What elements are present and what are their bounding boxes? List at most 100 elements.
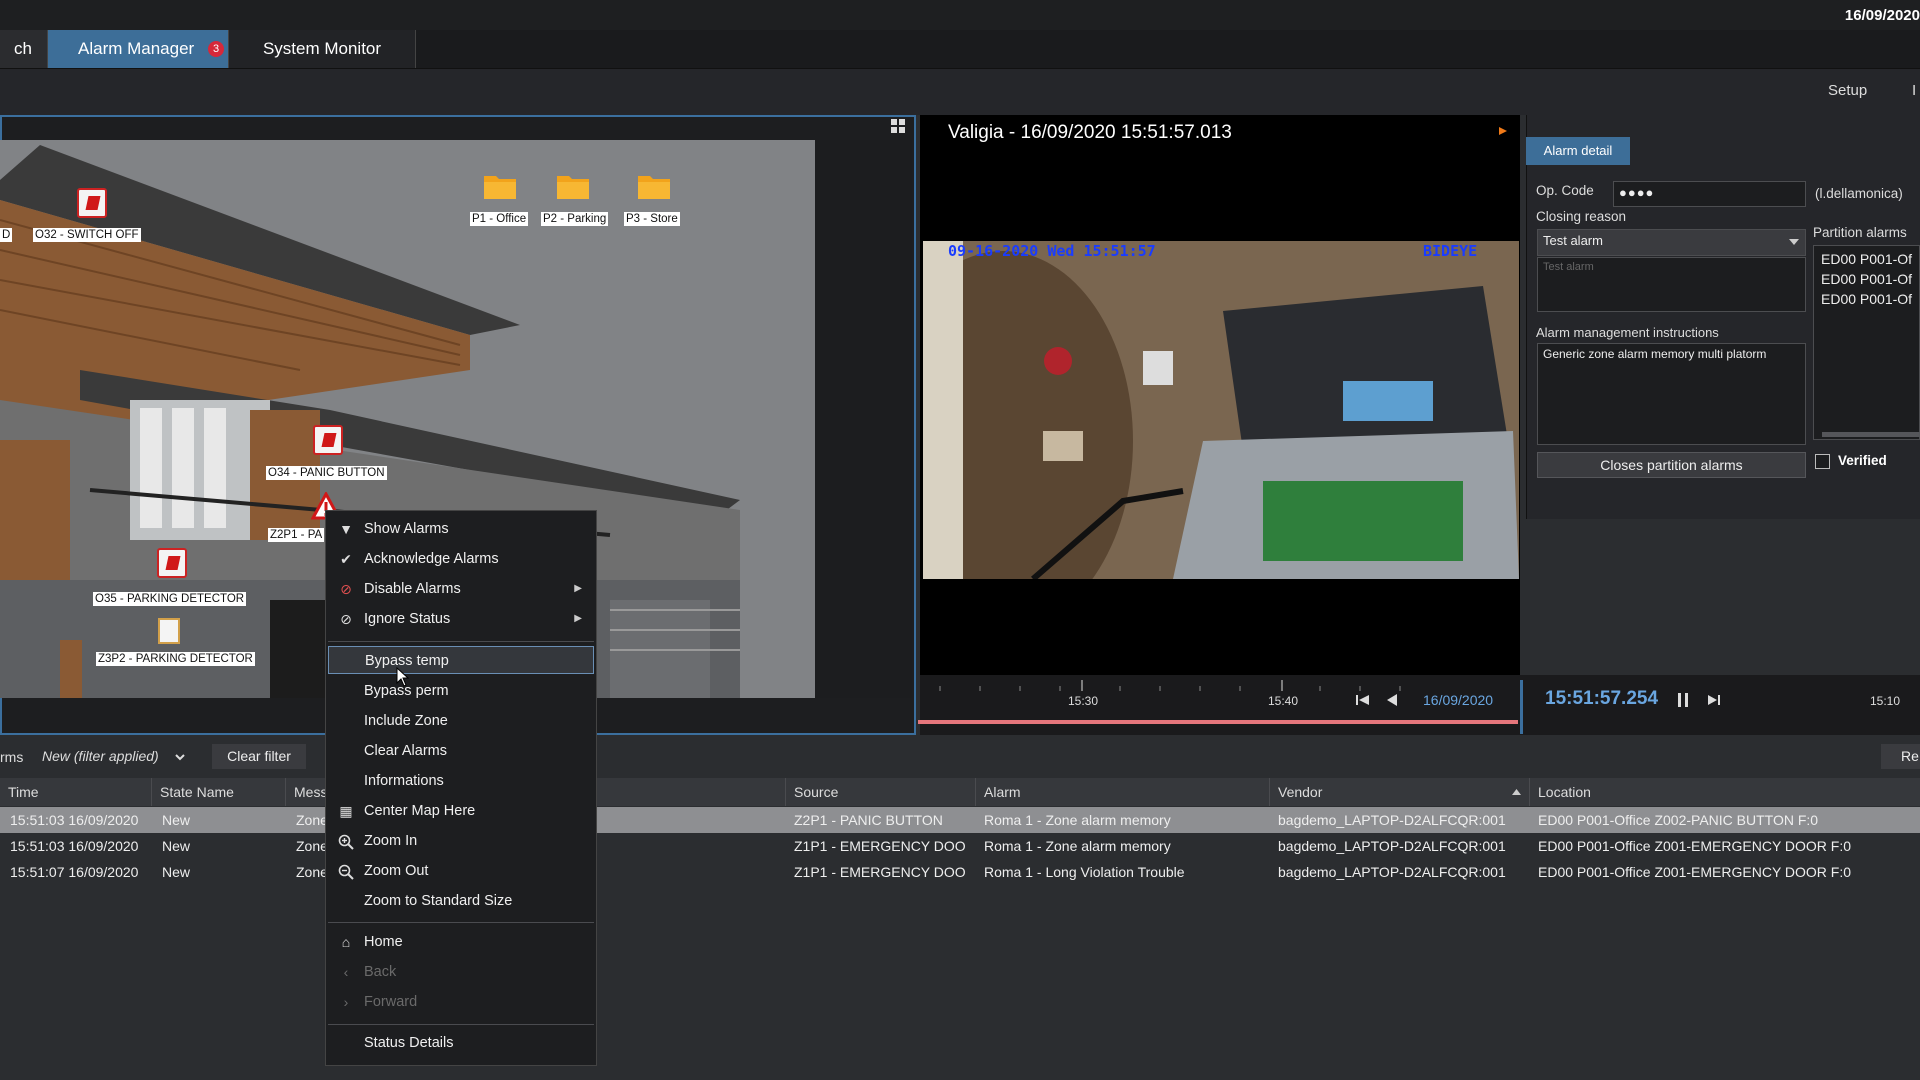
tab-alarm-detail[interactable]: Alarm detail — [1526, 137, 1630, 165]
refresh-button[interactable]: Re — [1881, 744, 1920, 769]
sensor-icon[interactable] — [313, 425, 343, 455]
menu-item-zoom-standard[interactable]: Zoom to Standard Size — [326, 887, 596, 915]
cell-alarm: Roma 1 - Long Violation Trouble — [984, 864, 1185, 880]
menu-item-back: ‹ Back — [326, 958, 596, 986]
table-row[interactable]: 15:51:03 16/09/2020 New Zone Z1P1 - EMER… — [0, 833, 1920, 859]
scrollbar[interactable] — [1822, 432, 1920, 437]
column-header-source[interactable]: Source — [786, 778, 976, 806]
camera-osd-brand: BIDEYE — [1423, 242, 1478, 260]
closing-reason-select[interactable]: Test alarm — [1537, 229, 1806, 256]
filter-icon: ▼ — [339, 521, 353, 537]
menu-item-zoom-out[interactable]: Zoom Out — [326, 857, 596, 885]
setup-link[interactable]: Setup — [1828, 82, 1867, 99]
map-label-o32[interactable]: O32 - SWITCH OFF — [33, 228, 141, 242]
tab-bar: ch Alarm Manager 3 System Monitor — [0, 30, 1920, 69]
menu-item-forward: › Forward — [326, 988, 596, 1016]
menu-item-disable-alarms[interactable]: ⊘ Disable Alarms ▶ — [326, 575, 596, 603]
step-forward-icon[interactable] — [1706, 693, 1722, 707]
menu-item-include-zone[interactable]: Include Zone — [326, 707, 596, 735]
cell-time: 15:51:03 16/09/2020 — [10, 838, 139, 854]
closing-reason-label: Closing reason — [1536, 209, 1627, 224]
cell-state: New — [162, 838, 191, 854]
cell-location: ED00 P001-Office Z001-EMERGENCY DOOR F:0 — [1538, 838, 1852, 854]
column-header-vendor[interactable]: Vendor — [1270, 778, 1530, 806]
verified-checkbox[interactable] — [1815, 454, 1830, 469]
cell-source: Z2P1 - PANIC BUTTON — [794, 812, 943, 828]
chevron-down-icon — [174, 754, 185, 761]
timeline-cursor[interactable] — [1520, 680, 1523, 734]
menu-item-status-details[interactable]: Status Details — [326, 1029, 596, 1057]
column-header-time[interactable]: Time — [0, 778, 152, 806]
timeline-recorded-bar — [918, 720, 1518, 724]
submenu-arrow-icon: ▶ — [574, 583, 582, 594]
menu-item-label: Disable Alarms — [364, 581, 461, 597]
cell-source: Z1P1 - EMERGENCY DOO — [794, 864, 966, 880]
menu-item-clear-alarms[interactable]: Clear Alarms — [326, 737, 596, 765]
table-row[interactable]: 15:51:07 16/09/2020 New Zone Z1P1 - EMER… — [0, 859, 1920, 885]
instructions-textarea[interactable]: Generic zone alarm memory multi platorm — [1537, 343, 1806, 445]
mouse-cursor-icon — [396, 667, 410, 687]
table-row[interactable]: 15:51:03 16/09/2020 New Zone Z2P1 - PANI… — [0, 807, 1920, 833]
toolbar — [0, 69, 1920, 115]
column-header-alarm[interactable]: Alarm — [976, 778, 1270, 806]
title-bar — [0, 0, 1920, 31]
menu-item-ignore-status[interactable]: ⊘ Ignore Status ▶ — [326, 605, 596, 633]
menu-item-home[interactable]: ⌂ Home — [326, 928, 596, 956]
clear-filter-button[interactable]: Clear filter — [212, 744, 306, 769]
folder-icon[interactable] — [483, 172, 517, 200]
map-label-z2p1[interactable]: Z2P1 - PA — [268, 528, 325, 542]
column-header-location[interactable]: Location — [1530, 778, 1920, 806]
timeline-ticks — [939, 680, 1401, 691]
op-code-label: Op. Code — [1536, 183, 1594, 198]
closing-reason-textarea[interactable]: Test alarm — [1537, 257, 1806, 312]
door-sensor-icon[interactable] — [158, 618, 180, 644]
camera-feed[interactable] — [923, 241, 1519, 579]
list-item[interactable]: ED00 P001-Of — [1821, 289, 1914, 309]
folder-icon[interactable] — [637, 172, 671, 200]
map-label-p2-parking[interactable]: P2 - Parking — [541, 212, 609, 226]
pause-icon[interactable] — [1676, 692, 1690, 708]
camera-osd-timestamp: 09-16-2020 Wed 15:51:57 — [948, 242, 1156, 260]
map-label-o34[interactable]: O34 - PANIC BUTTON — [266, 466, 387, 480]
chevron-down-icon — [1789, 239, 1799, 245]
folder-icon[interactable] — [556, 172, 590, 200]
timeline-date[interactable]: 16/09/2020 — [1423, 692, 1493, 708]
menu-item-zoom-in[interactable]: Zoom In — [326, 827, 596, 855]
block-icon: ⊘ — [340, 611, 352, 627]
grid-icon[interactable] — [890, 118, 906, 134]
list-item[interactable]: ED00 P001-Of — [1821, 269, 1914, 289]
more-link[interactable]: I — [1912, 82, 1916, 99]
zoom-out-icon — [338, 864, 354, 880]
map-label-d[interactable]: D — [0, 228, 13, 242]
operator-name: (l.dellamonica) — [1815, 186, 1903, 201]
list-item[interactable]: ED00 P001-Of — [1821, 249, 1914, 269]
menu-item-bypass-perm[interactable]: Bypass perm — [326, 677, 596, 705]
sensor-icon[interactable] — [157, 548, 187, 578]
partition-alarms-list[interactable]: ED00 P001-Of ED00 P001-Of ED00 P001-Of — [1813, 245, 1920, 440]
cell-time: 15:51:03 16/09/2020 — [10, 812, 139, 828]
close-partition-alarms-button[interactable]: Closes partition alarms — [1537, 452, 1806, 478]
step-back-icon[interactable] — [1385, 693, 1399, 707]
sensor-icon[interactable] — [77, 188, 107, 218]
column-header-state[interactable]: State Name — [152, 778, 286, 806]
menu-separator — [328, 922, 594, 923]
menu-item-label: Ignore Status — [364, 611, 451, 627]
cell-vendor: bagdemo_LAPTOP-D2ALFCQR:001 — [1278, 812, 1506, 828]
map-label-p1-office[interactable]: P1 - Office — [470, 212, 529, 226]
map-label-o35[interactable]: O35 - PARKING DETECTOR — [93, 592, 247, 606]
current-date: 16/09/2020 — [1844, 7, 1920, 24]
menu-item-bypass-temp[interactable]: Bypass temp — [328, 646, 594, 674]
map-label-p3-store[interactable]: P3 - Store — [624, 212, 680, 226]
tab-alarm-manager[interactable]: Alarm Manager 3 — [48, 30, 229, 68]
menu-item-center-map[interactable]: ▦ Center Map Here — [326, 797, 596, 825]
tab-search[interactable]: ch — [0, 30, 48, 68]
menu-item-informations[interactable]: Informations — [326, 767, 596, 795]
op-code-field[interactable]: ●●●● — [1613, 181, 1806, 207]
filter-select[interactable]: New (filter applied) — [42, 748, 185, 764]
alarm-count-badge: 3 — [208, 41, 224, 57]
skip-back-icon[interactable] — [1355, 693, 1371, 707]
tab-system-monitor[interactable]: System Monitor — [229, 30, 416, 68]
map-label-z3p2[interactable]: Z3P2 - PARKING DETECTOR — [96, 652, 255, 666]
menu-item-show-alarms[interactable]: ▼ Show Alarms — [326, 515, 596, 543]
menu-item-acknowledge-alarms[interactable]: ✔ Acknowledge Alarms — [326, 545, 596, 573]
